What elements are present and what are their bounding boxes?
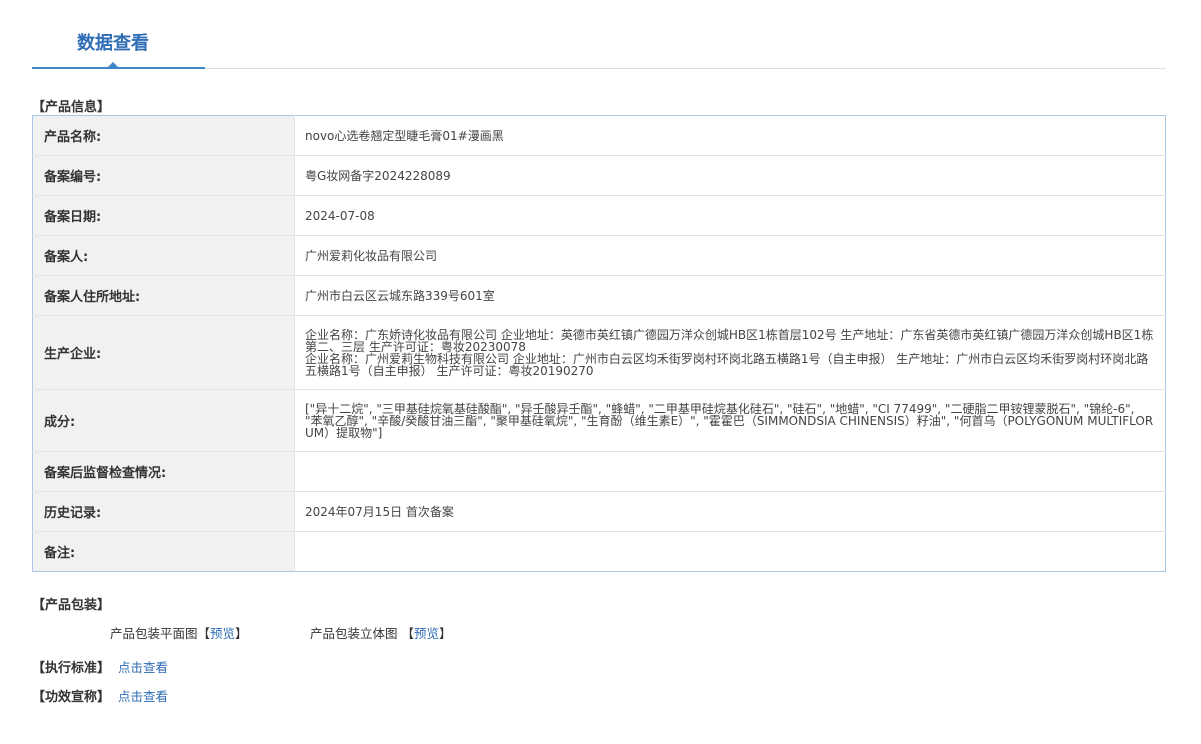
- table-row: 备案人住所地址: 广州市白云区云城东路339号601室: [32, 275, 1166, 316]
- flat-package-item: 产品包装平面图【预览】: [110, 623, 248, 642]
- supervision-value: [294, 451, 1166, 492]
- record-number-value: 粤G妆网备字2024228089: [294, 155, 1166, 196]
- solid-package-item: 产品包装立体图 【预览】: [310, 623, 452, 642]
- bracket-open: 【: [401, 626, 415, 641]
- record-date-value: 2024-07-08: [294, 195, 1166, 236]
- manufacturer-value: 企业名称：广东娇诗化妆品有限公司 企业地址：英德市英红镇广德园万洋众创城HB区1…: [294, 315, 1166, 390]
- product-name-value: novo心选卷翘定型睫毛膏01#漫画黑: [294, 115, 1166, 156]
- table-row: 产品名称: novo心选卷翘定型睫毛膏01#漫画黑: [32, 115, 1166, 156]
- row-label: 备案编号:: [32, 155, 295, 196]
- solid-package-preview-link[interactable]: 预览: [414, 626, 439, 641]
- remarks-value: [294, 531, 1166, 572]
- table-row: 备注:: [32, 531, 1166, 572]
- table-row: 备案后监督检查情况:: [32, 451, 1166, 492]
- packaging-heading: 【产品包装】: [32, 598, 111, 613]
- standard-view-link[interactable]: 点击查看: [118, 660, 168, 675]
- efficacy-row: 【功效宣称】 点击查看: [32, 686, 168, 705]
- table-row: 备案编号: 粤G妆网备字2024228089: [32, 155, 1166, 196]
- row-label: 备案人住所地址:: [32, 275, 295, 316]
- row-label: 备案日期:: [32, 195, 295, 236]
- bracket-close: 】: [439, 626, 452, 641]
- standard-heading: 【执行标准】: [32, 661, 111, 676]
- flat-package-label: 产品包装平面图: [110, 626, 198, 641]
- page-title[interactable]: 数据查看: [77, 29, 149, 55]
- bracket-close: 】: [235, 626, 248, 641]
- row-label: 产品名称:: [32, 115, 295, 156]
- solid-package-label: 产品包装立体图: [310, 626, 398, 641]
- row-label: 成分:: [32, 389, 295, 452]
- table-row: 成分: ["异十二烷", "三甲基硅烷氧基硅酸酯", "异壬酸异壬酯", "蜂蜡…: [32, 389, 1166, 452]
- row-label: 历史记录:: [32, 491, 295, 532]
- history-value: 2024年07月15日 首次备案: [294, 491, 1166, 532]
- row-label: 备注:: [32, 531, 295, 572]
- product-info-heading: 【产品信息】: [32, 100, 111, 115]
- bracket-open: 【: [197, 626, 211, 641]
- flat-package-preview-link[interactable]: 预览: [210, 626, 235, 641]
- row-label: 生产企业:: [32, 315, 295, 390]
- active-tab-caret-icon: [107, 62, 119, 68]
- table-row: 历史记录: 2024年07月15日 首次备案: [32, 491, 1166, 532]
- standard-row: 【执行标准】 点击查看: [32, 657, 168, 676]
- registrant-address-value: 广州市白云区云城东路339号601室: [294, 275, 1166, 316]
- efficacy-view-link[interactable]: 点击查看: [118, 689, 168, 704]
- product-info-table: 产品名称: novo心选卷翘定型睫毛膏01#漫画黑 备案编号: 粤G妆网备字20…: [32, 115, 1166, 572]
- row-label: 备案人:: [32, 235, 295, 276]
- row-label: 备案后监督检查情况:: [32, 451, 295, 492]
- registrant-value: 广州爱莉化妆品有限公司: [294, 235, 1166, 276]
- table-row: 备案日期: 2024-07-08: [32, 195, 1166, 236]
- table-row: 生产企业: 企业名称：广东娇诗化妆品有限公司 企业地址：英德市英红镇广德园万洋众…: [32, 315, 1166, 390]
- efficacy-heading: 【功效宣称】: [32, 690, 111, 705]
- table-row: 备案人: 广州爱莉化妆品有限公司: [32, 235, 1166, 276]
- ingredients-value: ["异十二烷", "三甲基硅烷氧基硅酸酯", "异壬酸异壬酯", "蜂蜡", "…: [294, 389, 1166, 452]
